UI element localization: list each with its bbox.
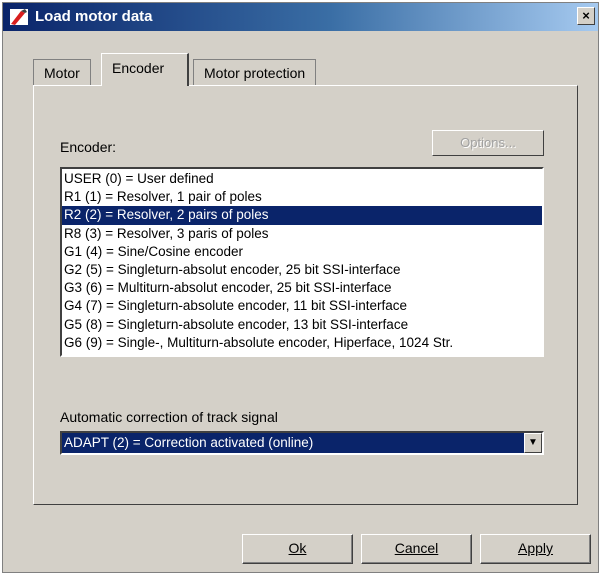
- tab-motor-protection-label: Motor protection: [204, 65, 306, 81]
- chevron-down-icon[interactable]: ▼: [524, 433, 542, 453]
- close-button[interactable]: ×: [577, 7, 595, 25]
- track-signal-select[interactable]: ADAPT (2) = Correction activated (online…: [60, 431, 544, 455]
- encoder-list-item[interactable]: G6 (9) = Single-, Multiturn-absolute enc…: [62, 334, 542, 352]
- ok-button-label: Ok: [288, 540, 307, 556]
- cancel-button[interactable]: Cancel: [361, 534, 472, 564]
- encoder-list-item[interactable]: G3 (6) = Multiturn-absolut encoder, 25 b…: [62, 279, 542, 297]
- track-signal-label: Automatic correction of track signal: [60, 409, 278, 425]
- encoder-list-item[interactable]: G5 (8) = Singleturn-absolute encoder, 13…: [62, 316, 542, 334]
- options-button[interactable]: Options...: [432, 130, 544, 156]
- encoder-list-item[interactable]: G2 (5) = Singleturn-absolut encoder, 25 …: [62, 261, 542, 279]
- tab-motor-protection[interactable]: Motor protection: [193, 59, 317, 85]
- encoder-list-item[interactable]: G1 (4) = Sine/Cosine encoder: [62, 243, 542, 261]
- tab-motor-label: Motor: [44, 65, 80, 81]
- ok-button[interactable]: Ok: [242, 534, 353, 564]
- tab-encoder[interactable]: Encoder: [101, 53, 189, 86]
- track-signal-value[interactable]: ADAPT (2) = Correction activated (online…: [62, 433, 524, 453]
- load-motor-data-dialog: Load motor data × Motor Encoder Motor pr…: [2, 2, 599, 573]
- encoder-list-item[interactable]: USER (0) = User defined: [62, 170, 542, 188]
- encoder-list-item[interactable]: R1 (1) = Resolver, 1 pair of poles: [62, 188, 542, 206]
- tab-motor[interactable]: Motor: [33, 59, 91, 85]
- tab-encoder-label: Encoder: [112, 60, 165, 76]
- apply-button-label: Apply: [517, 540, 554, 556]
- app-icon: [10, 9, 28, 25]
- encoder-label: Encoder:: [60, 139, 117, 155]
- encoder-list-item[interactable]: G4 (7) = Singleturn-absolute encoder, 11…: [62, 297, 542, 315]
- encoder-listbox[interactable]: USER (0) = User defined R1 (1) = Resolve…: [60, 167, 544, 357]
- cancel-button-label: Cancel: [394, 540, 439, 556]
- title-bar[interactable]: Load motor data ×: [3, 3, 598, 31]
- window-title: Load motor data: [35, 8, 153, 25]
- encoder-list-item[interactable]: R8 (3) = Resolver, 3 paris of poles: [62, 225, 542, 243]
- encoder-list-item-selected[interactable]: R2 (2) = Resolver, 2 pairs of poles: [62, 206, 542, 225]
- apply-button[interactable]: Apply: [480, 534, 591, 564]
